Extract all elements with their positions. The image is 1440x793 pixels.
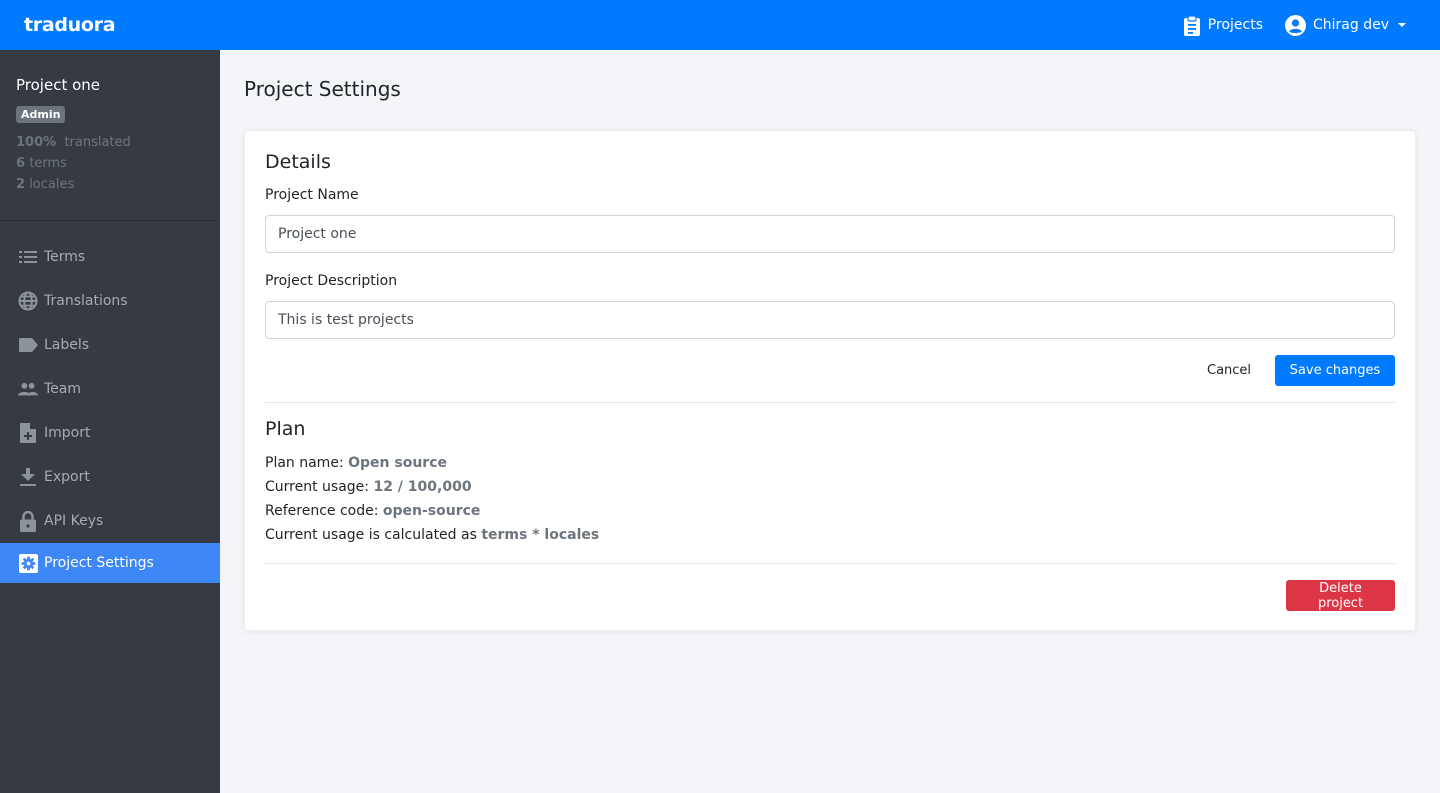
user-menu-dropdown[interactable]: Chirag dev [1285, 14, 1406, 36]
sidebar-item-labels[interactable]: Labels [0, 323, 220, 367]
sidebar-item-export[interactable]: Export [0, 455, 220, 499]
sidebar: Project one Admin 100% translated 6 term… [0, 50, 220, 793]
locales-value: 2 [16, 177, 26, 192]
terms-stat: 6 terms [16, 153, 204, 174]
plan-name-label: Plan name: [265, 455, 344, 471]
translated-stat: 100% translated [16, 132, 204, 153]
usage-calc-line: Current usage is calculated as terms * l… [265, 527, 599, 543]
section-divider [265, 563, 1395, 564]
translated-label: translated [64, 135, 131, 150]
project-name: Project one [16, 76, 101, 94]
main-content: Project Settings Details Project Name Pr… [220, 50, 1440, 793]
terms-label: terms [29, 156, 67, 171]
plan-name-value: Open source [348, 455, 447, 471]
list-icon [18, 247, 38, 267]
sidebar-item-label: Import [44, 425, 91, 441]
reference-line: Reference code: open-source [265, 503, 480, 519]
label-icon [18, 335, 38, 355]
sidebar-item-terms[interactable]: Terms [0, 235, 220, 279]
role-badge: Admin [16, 106, 66, 123]
file-import-icon [18, 423, 38, 443]
plan-heading: Plan [265, 418, 306, 440]
team-icon [18, 379, 38, 399]
project-description-input[interactable] [265, 301, 1395, 339]
gear-icon [18, 553, 38, 573]
projects-label: Projects [1207, 17, 1263, 33]
terms-value: 6 [16, 156, 26, 171]
sidebar-item-label: Project Settings [44, 555, 154, 571]
chevron-down-icon [1398, 23, 1406, 27]
sidebar-item-label: Team [44, 381, 82, 397]
sidebar-item-project-settings[interactable]: Project Settings [0, 543, 220, 583]
locales-label: locales [29, 177, 75, 192]
navbar-right: Projects Chirag dev [1183, 14, 1406, 36]
usage-line: Current usage: 12 / 100,000 [265, 479, 472, 495]
project-name-input[interactable] [265, 215, 1395, 253]
translated-value: 100% [16, 135, 57, 150]
sidebar-item-label: Export [44, 469, 90, 485]
save-changes-button[interactable]: Save changes [1275, 355, 1395, 386]
project-info: Project one Admin 100% translated 6 term… [0, 50, 220, 221]
globe-icon [18, 291, 38, 311]
delete-project-button[interactable]: Delete project [1286, 580, 1395, 611]
projects-link[interactable]: Projects [1183, 14, 1263, 36]
user-avatar-icon [1285, 14, 1306, 36]
locales-stat: 2 locales [16, 174, 204, 195]
section-divider [265, 402, 1395, 403]
brand-logo[interactable]: traduora [24, 14, 116, 36]
reference-label: Reference code: [265, 503, 379, 519]
user-name: Chirag dev [1313, 17, 1389, 33]
sidebar-item-label: Labels [44, 337, 90, 353]
top-navbar: traduora Projects Chirag dev [0, 0, 1440, 50]
download-icon [18, 467, 38, 487]
clipboard-icon [1183, 14, 1201, 36]
page-title: Project Settings [244, 77, 401, 101]
details-heading: Details [265, 151, 331, 173]
usage-calc-label: Current usage is calculated as [265, 527, 477, 543]
project-description-label: Project Description [265, 273, 398, 289]
sidebar-item-label: Terms [44, 249, 86, 265]
sidebar-item-label: Translations [44, 293, 128, 309]
sidebar-item-import[interactable]: Import [0, 411, 220, 455]
usage-label: Current usage: [265, 479, 369, 495]
cancel-button[interactable]: Cancel [1195, 355, 1263, 386]
sidebar-item-label: API Keys [44, 513, 104, 529]
sidebar-item-translations[interactable]: Translations [0, 279, 220, 323]
sidebar-item-api-keys[interactable]: API Keys [0, 499, 220, 543]
sidebar-nav: Terms Translations Labels Team Import Ex… [0, 221, 220, 583]
sidebar-item-team[interactable]: Team [0, 367, 220, 411]
usage-value: 12 / 100,000 [373, 479, 472, 495]
reference-value: open-source [382, 503, 481, 519]
lock-icon [18, 510, 38, 532]
settings-card: Details Project Name Project Description… [244, 130, 1416, 631]
plan-name-line: Plan name: Open source [265, 455, 447, 471]
project-name-label: Project Name [265, 187, 359, 203]
usage-calc-value: terms * locales [481, 527, 600, 543]
